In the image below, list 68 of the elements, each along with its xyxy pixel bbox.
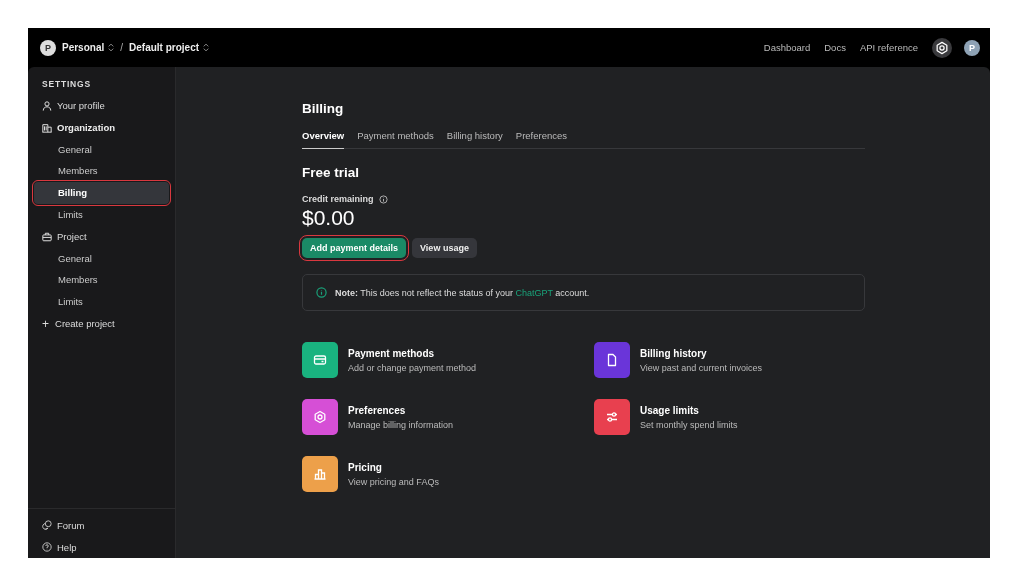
card-title[interactable]: Preferences bbox=[348, 404, 454, 416]
sidebar-item[interactable]: Project bbox=[34, 225, 169, 248]
info-icon bbox=[378, 194, 388, 204]
help-icon bbox=[42, 542, 52, 553]
chat-bubbles-icon bbox=[42, 520, 52, 531]
card-tile[interactable] bbox=[302, 399, 338, 435]
chevron-up-down-icon bbox=[108, 43, 115, 52]
card-subtitle: Add or change payment method bbox=[348, 362, 477, 373]
card-title[interactable]: Payment methods bbox=[348, 347, 477, 359]
sidebar-subitem[interactable]: Members bbox=[34, 269, 169, 292]
sidebar-footer-item[interactable]: Help bbox=[34, 536, 175, 558]
card-tile[interactable] bbox=[594, 399, 630, 435]
tab[interactable]: Overview bbox=[302, 130, 345, 149]
bar-chart-icon bbox=[313, 467, 327, 481]
sidebar-subitem[interactable]: Limits bbox=[34, 291, 169, 313]
credit-amount: $0.00 bbox=[302, 206, 356, 230]
sidebar-subitem[interactable]: General bbox=[34, 247, 169, 270]
sidebar-item-label: Help bbox=[57, 541, 77, 553]
sidebar-heading: SETTINGS bbox=[41, 79, 92, 91]
settings-button[interactable] bbox=[932, 37, 952, 58]
org-switcher[interactable]: Personal bbox=[62, 42, 115, 53]
sidebar-subitem[interactable]: Limits bbox=[34, 204, 169, 226]
sidebar-subitem[interactable]: Members bbox=[34, 160, 169, 183]
nav-link[interactable]: Dashboard bbox=[763, 42, 811, 53]
section-title: Free trial bbox=[302, 165, 361, 180]
sidebar-item-label: Forum bbox=[57, 519, 85, 531]
note-text: Note: This does not reflect the status of your ChatGPT account. bbox=[335, 287, 590, 298]
sidebar-item[interactable]: Your profile bbox=[34, 95, 169, 117]
nav-link[interactable]: Docs bbox=[824, 42, 846, 53]
nav-link[interactable]: API reference bbox=[859, 42, 918, 53]
credit-card-icon bbox=[313, 353, 327, 367]
view-usage-button[interactable]: View usage bbox=[412, 238, 477, 258]
card-title[interactable]: Usage limits bbox=[640, 404, 738, 416]
credit-label: Credit remaining bbox=[302, 194, 374, 204]
sliders-icon bbox=[605, 410, 619, 424]
card-subtitle: View past and current invoices bbox=[640, 362, 762, 373]
gear-icon bbox=[313, 410, 327, 424]
sidebar-subitem[interactable]: Billing bbox=[34, 182, 169, 204]
sidebar-item-label: Project bbox=[57, 231, 87, 243]
chatgpt-link[interactable]: ChatGPT bbox=[515, 287, 553, 298]
breadcrumb-separator: / bbox=[120, 42, 124, 53]
add-payment-button[interactable]: Add payment details bbox=[302, 238, 407, 258]
sidebar-item[interactable]: Organization bbox=[34, 116, 169, 139]
card-title[interactable]: Pricing bbox=[348, 461, 439, 473]
create-project-link[interactable]: + Create project bbox=[34, 312, 169, 335]
tab[interactable]: Preferences bbox=[515, 130, 568, 149]
info-icon bbox=[316, 287, 327, 298]
card-subtitle: View pricing and FAQs bbox=[348, 476, 439, 487]
card-tile[interactable] bbox=[302, 456, 338, 492]
briefcase-icon bbox=[42, 231, 52, 242]
sidebar-subitem[interactable]: General bbox=[34, 138, 169, 161]
card-subtitle: Set monthly spend limits bbox=[640, 419, 738, 430]
card-tile[interactable] bbox=[594, 342, 630, 378]
sidebar-item-label: Your profile bbox=[57, 100, 105, 112]
page-title: Billing bbox=[302, 101, 345, 116]
card-subtitle: Manage billing information bbox=[348, 419, 454, 430]
org-avatar[interactable]: P bbox=[40, 39, 56, 56]
tab[interactable]: Payment methods bbox=[357, 130, 434, 149]
tab[interactable]: Billing history bbox=[446, 130, 503, 149]
card-tile[interactable] bbox=[302, 342, 338, 378]
sidebar-item-label: Organization bbox=[57, 122, 116, 134]
chevron-up-down-icon bbox=[203, 43, 210, 52]
card-title[interactable]: Billing history bbox=[640, 347, 762, 359]
project-switcher[interactable]: Default project bbox=[129, 42, 210, 53]
building-icon bbox=[42, 122, 52, 133]
sidebar-footer-item[interactable]: Forum bbox=[34, 514, 175, 537]
person-icon bbox=[42, 100, 52, 111]
document-icon bbox=[605, 353, 619, 367]
